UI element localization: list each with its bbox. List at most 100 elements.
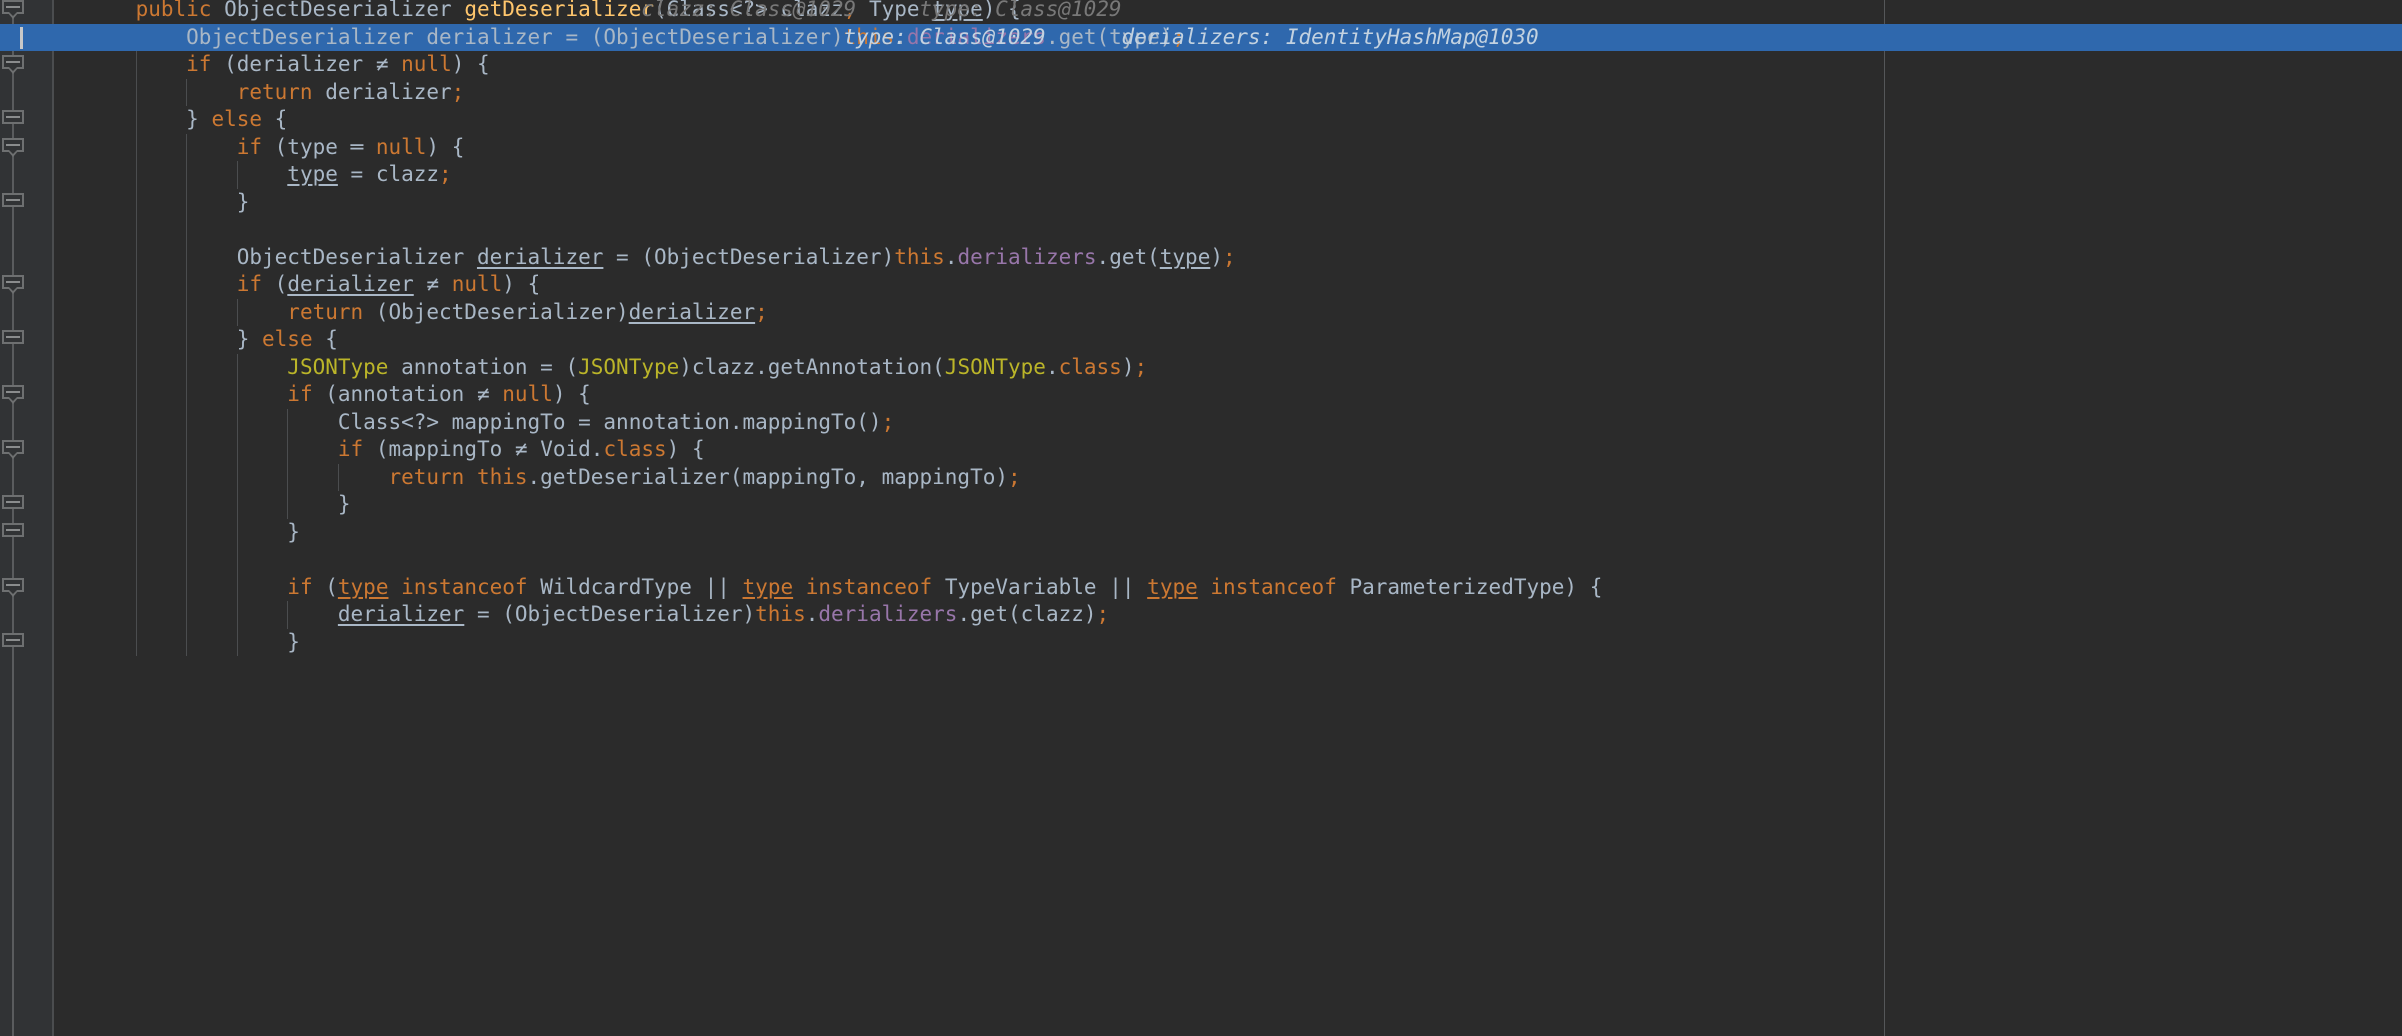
fold-region-icon[interactable] (2, 631, 25, 654)
code-token: = (350, 162, 364, 186)
code-token: WildcardType (527, 574, 705, 599)
code-token: ; (1096, 602, 1110, 626)
code-token: ; (881, 409, 895, 434)
code-line-text: if (type instanceof WildcardType || type… (53, 574, 1602, 602)
fold-region-start-icon[interactable] (2, 136, 25, 159)
code-line[interactable]: } (53, 519, 2402, 547)
code-line[interactable]: Class<?> mappingTo = annotation.mappingT… (53, 409, 2402, 437)
code-token: ; (1223, 244, 1236, 269)
code-token: ; (439, 162, 452, 186)
code-token: JSONType (287, 354, 389, 379)
code-line[interactable]: JSONType annotation = (JSONType)clazz.ge… (53, 354, 2402, 382)
code-line[interactable]: if (mappingTo ≠ Void.class) { (53, 436, 2402, 464)
code-line[interactable]: ObjectDeserializer derializer = (ObjectD… (53, 244, 2402, 272)
inline-debug-hint[interactable]: type: Class@1029 (843, 24, 1045, 52)
code-line-text: if (annotation ≠ null) { (53, 381, 591, 409)
code-line-text: ObjectDeserializer derializer = (ObjectD… (53, 244, 1236, 272)
code-line-text: if (mappingTo ≠ Void.class) { (53, 436, 705, 464)
code-line[interactable]: } (53, 629, 2402, 657)
code-content-area[interactable]: public ObjectDeserializer getDeserialize… (53, 0, 2402, 1036)
code-line[interactable]: if (derializer ≠ null) { (53, 271, 2402, 299)
inline-debug-hint[interactable]: clazz: Class@1029 (641, 0, 856, 24)
code-line-text: return this.getDeserializer(mappingTo, m… (53, 464, 1021, 492)
code-token: this (755, 602, 806, 626)
code-token: clazz (363, 162, 440, 186)
code-line-text: if (type ═ null) { (53, 134, 465, 162)
fold-region-start-icon[interactable] (2, 438, 25, 461)
fold-minus-icon (6, 61, 20, 63)
code-token: derializers (818, 602, 958, 626)
code-token: = (540, 354, 553, 379)
code-line-text: if (derializer ≠ null) { (53, 51, 490, 79)
fold-region-start-icon[interactable] (2, 53, 25, 76)
code-line-text: JSONType annotation = (JSONType)clazz.ge… (53, 354, 1147, 382)
code-token: ) (1210, 244, 1223, 269)
code-line[interactable] (53, 546, 2402, 574)
fold-region-icon[interactable] (2, 328, 25, 351)
inline-debug-hint[interactable]: derializers: IdentityHashMap@1030 (1121, 24, 1538, 52)
fold-region-start-icon[interactable] (2, 0, 25, 21)
fold-region-start-icon[interactable] (2, 383, 25, 406)
code-token: getDeserializer (464, 0, 654, 21)
fold-region-icon[interactable] (2, 493, 25, 516)
fold-region-icon[interactable] (2, 108, 25, 131)
code-token: ≠ (514, 437, 528, 461)
code-line[interactable]: derializer = (ObjectDeserializer)this.de… (53, 601, 2402, 629)
code-token: (mappingTo (363, 437, 515, 461)
fold-minus-icon (6, 446, 20, 448)
fold-region-start-icon[interactable] (2, 273, 25, 296)
code-token: Type (868, 0, 920, 21)
code-token: || (704, 574, 730, 599)
editor-gutter[interactable] (0, 0, 53, 1036)
code-line[interactable]: return derializer; (53, 79, 2402, 107)
code-token: if (236, 134, 263, 159)
code-line[interactable]: if (type instanceof WildcardType || type… (53, 574, 2402, 602)
code-line[interactable]: } else { (53, 106, 2402, 134)
code-token: = (565, 24, 579, 49)
code-token: type (337, 574, 389, 599)
code-line[interactable]: if (derializer ≠ null) { (53, 51, 2402, 79)
fold-region-icon[interactable] (2, 521, 25, 544)
code-editor[interactable]: public ObjectDeserializer getDeserialize… (0, 0, 2402, 1036)
fold-region-start-icon[interactable] (2, 576, 25, 599)
code-line[interactable]: } (53, 491, 2402, 519)
fold-region-icon[interactable] (2, 191, 25, 214)
code-line[interactable]: if (type ═ null) { (53, 134, 2402, 162)
code-line[interactable]: } (53, 189, 2402, 217)
code-line-text: Class<?> mappingTo = annotation.mappingT… (53, 409, 894, 437)
code-token: ; (1008, 464, 1021, 489)
code-token: type (287, 162, 338, 186)
code-token: ; (755, 299, 768, 324)
fold-arrow-inner (9, 397, 17, 401)
code-token: instanceof (1210, 574, 1337, 599)
code-token: } (236, 189, 250, 214)
code-token: derializer (337, 602, 465, 626)
code-line-text: if (derializer ≠ null) { (53, 271, 541, 299)
code-token: type (1159, 244, 1211, 269)
code-token: null (451, 272, 503, 296)
inline-debug-hint[interactable]: type: Class@1029 (919, 0, 1121, 24)
code-line[interactable]: } else { (53, 326, 2402, 354)
code-token: ( (312, 574, 338, 599)
code-line-selected[interactable]: ObjectDeserializer derializer = (ObjectD… (53, 23, 2402, 52)
code-line-text: } (53, 189, 250, 217)
code-token: . (805, 602, 819, 626)
code-line[interactable] (53, 216, 2402, 244)
code-token: if (337, 437, 364, 461)
code-token: } (236, 327, 263, 351)
code-line[interactable]: if (annotation ≠ null) { (53, 381, 2402, 409)
code-token: if (287, 382, 313, 406)
code-token: mappingTo (439, 409, 579, 434)
code-line[interactable]: type = clazz; (53, 161, 2402, 189)
code-line[interactable]: return this.getDeserializer(mappingTo, m… (53, 464, 2402, 492)
code-token: else (262, 327, 313, 351)
code-token: ≠ (476, 382, 490, 406)
code-token: Void (540, 437, 591, 461)
code-token: = (578, 409, 591, 434)
code-line[interactable]: return (ObjectDeserializer)derializer; (53, 299, 2402, 327)
code-line[interactable]: public ObjectDeserializer getDeserialize… (53, 0, 2402, 24)
